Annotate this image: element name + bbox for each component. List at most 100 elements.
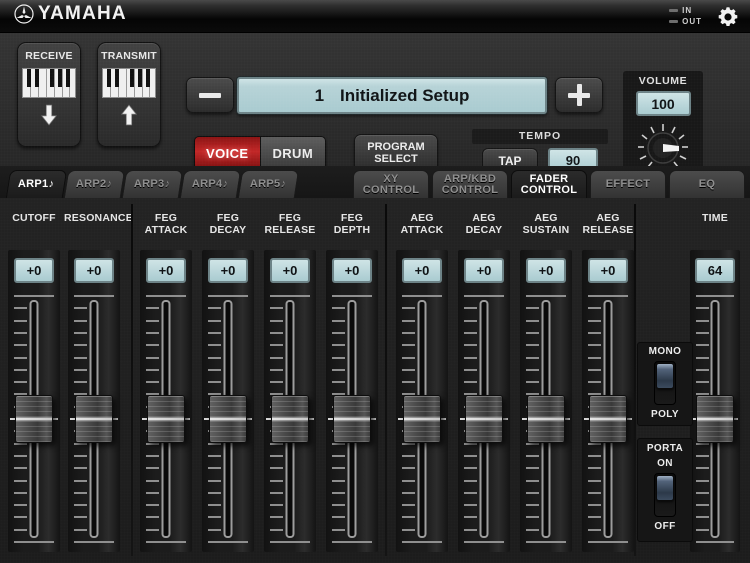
- tab-fader-line1: FADER: [529, 172, 569, 185]
- porta-knob[interactable]: [656, 475, 674, 501]
- tab-arp5[interactable]: ARP5♪: [237, 170, 300, 198]
- fader-aeg-attack-value-display[interactable]: +0: [402, 258, 442, 283]
- tab-fader-control[interactable]: FADER CONTROL: [511, 170, 587, 198]
- midi-in-led-icon: [669, 9, 679, 12]
- tab-arp3[interactable]: ARP3♪: [121, 170, 184, 198]
- fader-feg-decay-handle[interactable]: [209, 395, 247, 443]
- volume-value-display[interactable]: 100: [635, 91, 691, 116]
- fader-aeg-release-handle[interactable]: [589, 395, 627, 443]
- porta-on-label: ON: [657, 458, 673, 469]
- fader-resonance-value-display[interactable]: +0: [74, 258, 114, 283]
- fader-cutoff-label: CUTOFF: [12, 212, 56, 224]
- tab-arp1[interactable]: ARP1♪: [5, 170, 68, 198]
- voice-button[interactable]: VOICE: [195, 137, 260, 169]
- porta-track[interactable]: [654, 473, 676, 517]
- fader-time-track-area[interactable]: [690, 295, 740, 543]
- midi-out-label: OUT: [682, 17, 702, 26]
- fader-cutoff-track-area[interactable]: [8, 295, 60, 543]
- title-bar: YAMAHA IN OUT: [0, 0, 750, 33]
- fader-aeg-attack-track-area[interactable]: [396, 295, 448, 543]
- volume-caption: VOLUME: [638, 75, 688, 87]
- fader-time-handle[interactable]: [696, 395, 734, 443]
- fader-feg-depth-label: FEG DEPTH: [333, 212, 371, 236]
- mono-poly-switch[interactable]: MONO POLY: [637, 342, 693, 426]
- transmit-button[interactable]: TRANSMIT: [97, 42, 161, 147]
- fader-aeg-release-value-display[interactable]: +0: [588, 258, 628, 283]
- fader-aeg-decay-track-area[interactable]: [458, 295, 510, 543]
- fader-resonance-label: RESONANCE: [64, 212, 133, 224]
- fader-cutoff-handle[interactable]: [15, 395, 53, 443]
- fader-feg-release-body: +0: [264, 250, 316, 552]
- fader-feg-attack-body: +0: [140, 250, 192, 552]
- fader-aeg-sustain-value-display[interactable]: +0: [526, 258, 566, 283]
- fader-feg-release-handle[interactable]: [271, 395, 309, 443]
- fader-feg-depth-body: +0: [326, 250, 378, 552]
- fader-aeg-decay-label: AEG DECAY: [465, 212, 503, 236]
- fader-resonance-track-area[interactable]: [68, 295, 120, 543]
- fader-cutoff: CUTOFF +0: [4, 204, 64, 552]
- fader-resonance-body: +0: [68, 250, 120, 552]
- app-root: YAMAHA IN OUT RECEIVE TRANSMIT 1 Initial…: [0, 0, 750, 563]
- fader-cutoff-value-display[interactable]: +0: [14, 258, 54, 283]
- fader-resonance-handle[interactable]: [75, 395, 113, 443]
- fader-feg-attack-track-area[interactable]: [140, 295, 192, 543]
- fader-aeg-release-label: AEG RELEASE: [582, 212, 634, 236]
- yamaha-tuning-fork-icon: [14, 4, 34, 24]
- drum-button[interactable]: DRUM: [259, 137, 325, 169]
- program-decrement-button[interactable]: [186, 77, 234, 113]
- tab-xy-line1: XY: [383, 172, 399, 185]
- tab-effect[interactable]: EFFECT: [590, 170, 666, 198]
- fader-feg-attack-label: FEG ATTACK: [144, 212, 188, 236]
- fader-feg-decay-track-area[interactable]: [202, 295, 254, 543]
- midi-out-led-icon: [669, 20, 679, 23]
- tab-fader-line2: CONTROL: [520, 183, 578, 196]
- fader-feg-depth-value-display[interactable]: +0: [332, 258, 372, 283]
- fader-time: TIME 64: [686, 204, 744, 552]
- tab-arpkbd-line1: ARP/KBD: [443, 172, 497, 185]
- fader-aeg-sustain-handle[interactable]: [527, 395, 565, 443]
- fader-feg-decay-body: +0: [202, 250, 254, 552]
- fader-feg-depth-track-area[interactable]: [326, 295, 378, 543]
- tab-eq[interactable]: EQ: [669, 170, 745, 198]
- fader-feg-attack-handle[interactable]: [147, 395, 185, 443]
- gear-icon[interactable]: [716, 5, 740, 29]
- brand-text: YAMAHA: [38, 3, 127, 24]
- fader-aeg-release-track-area[interactable]: [582, 295, 634, 543]
- group-divider-2: [385, 204, 387, 556]
- fader-time-label: TIME: [702, 212, 728, 224]
- tab-xy-control[interactable]: XY CONTROL: [353, 170, 429, 198]
- poly-label: POLY: [651, 409, 679, 420]
- mono-poly-knob[interactable]: [656, 363, 674, 389]
- midi-out-row: OUT: [669, 16, 702, 27]
- fader-time-value-display[interactable]: 64: [695, 258, 735, 283]
- group-divider-3: [634, 204, 636, 556]
- top-control-panel: RECEIVE TRANSMIT 1 Initialized Setup VOI…: [0, 33, 750, 186]
- tab-bar: ARP1♪ ARP2♪ ARP3♪ ARP4♪ ARP5♪ XY CONTROL…: [0, 166, 750, 198]
- fader-aeg-attack: AEG ATTACK +0: [392, 204, 452, 552]
- program-name: Initialized Setup: [340, 85, 470, 105]
- mono-poly-track[interactable]: [654, 361, 676, 405]
- fader-time-body: 64: [690, 250, 740, 552]
- program-display[interactable]: 1 Initialized Setup: [237, 77, 547, 114]
- program-increment-button[interactable]: [555, 77, 603, 113]
- tab-arp2[interactable]: ARP2♪: [63, 170, 126, 198]
- portamento-switch[interactable]: PORTA ON OFF: [637, 438, 693, 542]
- tab-arp-kbd-control[interactable]: ARP/KBD CONTROL: [432, 170, 508, 198]
- program-select-line1: PROGRAM: [367, 141, 425, 153]
- fader-aeg-attack-label: AEG ATTACK: [400, 212, 444, 236]
- fader-feg-decay-value-display[interactable]: +0: [208, 258, 248, 283]
- fader-aeg-decay-value-display[interactable]: +0: [464, 258, 504, 283]
- receive-button[interactable]: RECEIVE: [17, 42, 81, 147]
- tab-arp4[interactable]: ARP4♪: [179, 170, 242, 198]
- midi-io-indicators: IN OUT: [669, 5, 702, 27]
- fader-feg-decay: FEG DECAY +0: [198, 204, 258, 552]
- keyboard-icon: [102, 68, 156, 98]
- fader-feg-release-track-area[interactable]: [264, 295, 316, 543]
- fader-aeg-decay-handle[interactable]: [465, 395, 503, 443]
- fader-aeg-attack-handle[interactable]: [403, 395, 441, 443]
- fader-aeg-sustain-track-area[interactable]: [520, 295, 572, 543]
- fader-feg-depth-handle[interactable]: [333, 395, 371, 443]
- fader-feg-attack-value-display[interactable]: +0: [146, 258, 186, 283]
- fader-feg-release-label: FEG RELEASE: [264, 212, 316, 236]
- fader-feg-release-value-display[interactable]: +0: [270, 258, 310, 283]
